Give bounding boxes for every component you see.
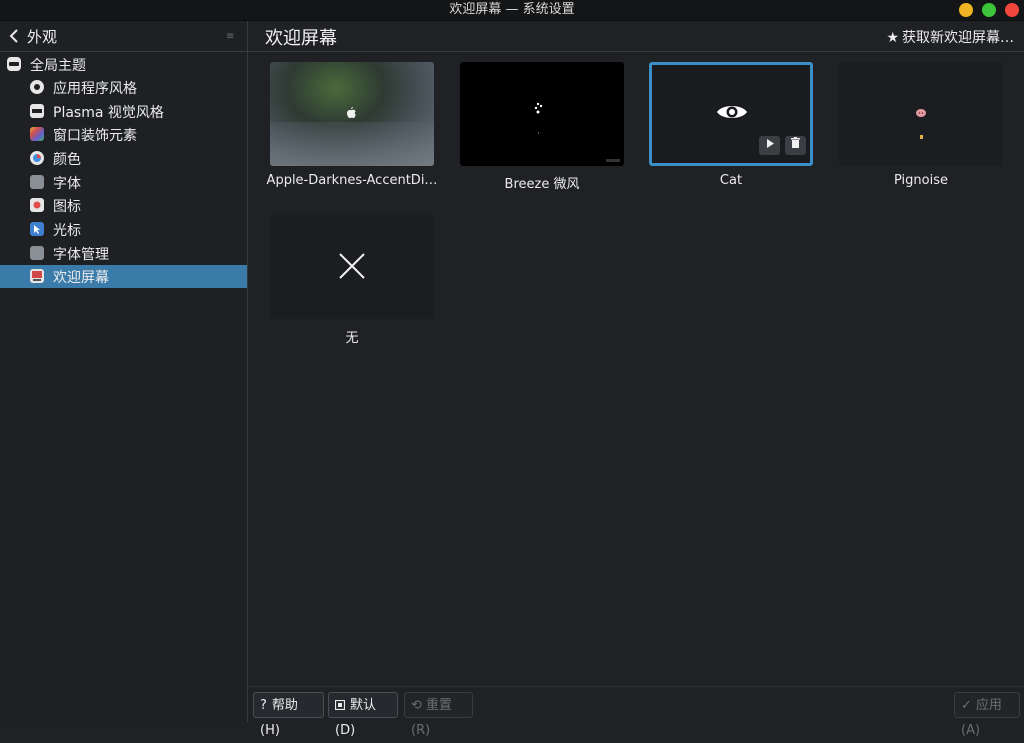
theme-name: Cat (719, 173, 743, 188)
cursor-icon (30, 222, 44, 236)
reset-button[interactable]: ⟲ 重置(R) (404, 692, 473, 738)
back-label[interactable]: 外观 (27, 26, 57, 47)
sidebar-item-label: Plasma 视觉风格 (53, 105, 164, 121)
sidebar-item-label: 全局主题 (30, 58, 86, 74)
theme-preview (460, 62, 624, 166)
get-new-splash-button[interactable]: ★ 获取新欢迎屏幕… (886, 27, 1014, 47)
sidebar-item-label: 欢迎屏幕 (53, 270, 109, 286)
defaults-button[interactable]: 默认(D) (328, 692, 398, 738)
fonts-icon (30, 175, 44, 189)
theme-preview (270, 215, 434, 319)
theme-name: Apple-Darknes-AccentDi… (266, 173, 438, 188)
get-new-label: 获取新欢迎屏幕… (902, 30, 1014, 46)
theme-preview-selected (649, 62, 813, 166)
delete-theme-button[interactable] (785, 136, 806, 155)
sidebar-item-plasma-style[interactable]: Plasma 视觉风格 (0, 100, 247, 123)
global-theme-icon (7, 57, 21, 71)
sidebar-item-fonts[interactable]: 字体 (0, 171, 247, 194)
theme-name: Pignoise (894, 173, 948, 188)
play-icon (766, 139, 774, 148)
plasma-style-icon (30, 104, 44, 118)
window-titlebar: 欢迎屏幕 — 系统设置 (0, 0, 1024, 21)
main-header: 欢迎屏幕 ★ 获取新欢迎屏幕… (248, 21, 1024, 52)
sidebar-item-colors[interactable]: 颜色 (0, 147, 247, 170)
sidebar-item-cursor[interactable]: 光标 (0, 218, 247, 241)
minimize-button[interactable] (959, 3, 973, 17)
sidebar-item-label: 应用程序风格 (53, 81, 137, 97)
sidebar-item-label: 窗口装饰元素 (53, 128, 137, 144)
sidebar-item-label: 光标 (53, 223, 81, 239)
hamburger-menu-icon[interactable]: ≡ (226, 31, 234, 42)
icons-icon (30, 198, 44, 212)
eye-preview-icon (717, 106, 747, 118)
check-icon: ✓ (961, 698, 972, 713)
defaults-icon (334, 699, 346, 711)
window-decoration-icon (30, 127, 44, 141)
theme-name: 无 (345, 331, 359, 346)
page-title: 欢迎屏幕 (265, 28, 337, 49)
preview-play-button[interactable] (759, 136, 780, 155)
sidebar-header: 外观 ≡ (0, 21, 247, 52)
apple-logo-icon (347, 107, 356, 118)
theme-preview (270, 62, 434, 166)
back-chevron-icon[interactable] (8, 29, 20, 43)
sidebar-item-label: 字体 (53, 176, 81, 192)
sidebar-item-font-management[interactable]: 字体管理 (0, 242, 247, 265)
theme-preview (839, 62, 1003, 166)
close-button[interactable] (1005, 3, 1019, 17)
window-title: 欢迎屏幕 — 系统设置 (449, 2, 575, 17)
sidebar: 外观 ≡ 全局主题 应用程序风格 Plasma 视觉风格 窗口装饰元素 颜色 字… (0, 21, 248, 722)
help-icon: ? (260, 698, 267, 713)
sidebar-item-label: 颜色 (53, 152, 81, 168)
pig-logo-icon (916, 109, 926, 117)
theme-name: Breeze 微风 (504, 177, 580, 192)
sidebar-item-window-decoration[interactable]: 窗口装饰元素 (0, 123, 247, 146)
sidebar-item-label: 图标 (53, 199, 81, 215)
app-style-icon (30, 80, 44, 94)
breeze-spinner-icon (534, 102, 543, 134)
trash-icon (791, 137, 800, 148)
sidebar-item-label: 字体管理 (53, 247, 109, 263)
sidebar-item-global-theme[interactable]: 全局主题 (0, 53, 247, 76)
maximize-button[interactable] (982, 3, 996, 17)
reset-icon: ⟲ (411, 698, 422, 713)
sidebar-item-splash-screen[interactable]: 欢迎屏幕 (0, 265, 247, 288)
bottom-button-bar: ? 帮助(H) 默认(D) ⟲ 重置(R) ✓ 应用(A) (248, 686, 1024, 738)
help-button[interactable]: ? 帮助(H) (253, 692, 324, 738)
apply-button[interactable]: ✓ 应用(A) (954, 692, 1020, 738)
none-x-icon (339, 253, 365, 279)
main-content: 欢迎屏幕 ★ 获取新欢迎屏幕… Apple-Darknes-AccentDi… B… (248, 21, 1024, 722)
font-management-icon (30, 246, 44, 260)
splash-screen-icon (30, 269, 44, 283)
sidebar-item-icons[interactable]: 图标 (0, 194, 247, 217)
sidebar-item-app-style[interactable]: 应用程序风格 (0, 76, 247, 99)
star-icon: ★ (886, 30, 899, 46)
colors-icon (30, 151, 44, 165)
